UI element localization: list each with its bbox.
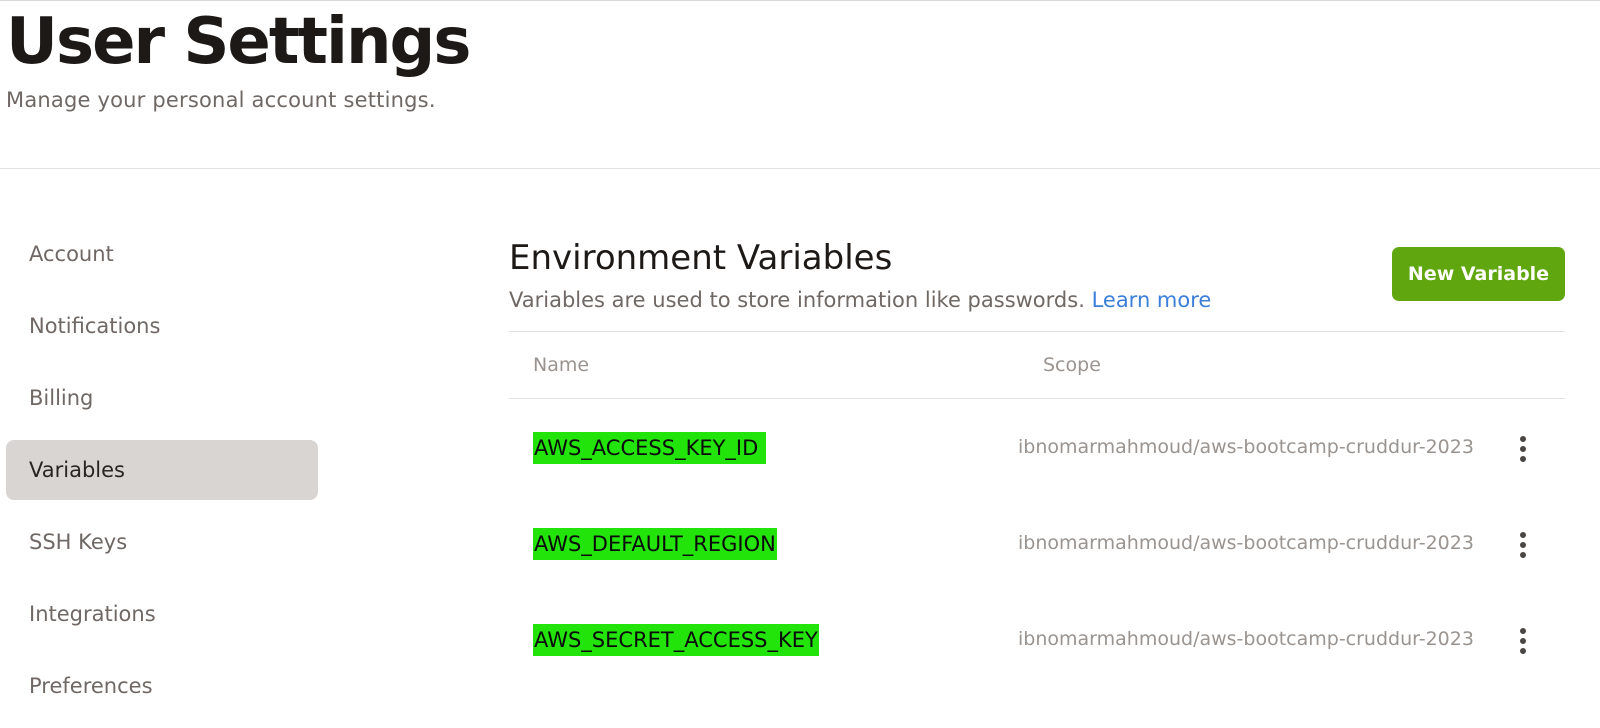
page-subtitle: Manage your personal account settings.: [6, 88, 436, 112]
table-row: AWS_DEFAULT_REGION ibnomarmahmoud/aws-bo…: [509, 495, 1565, 591]
sidebar-item-billing[interactable]: Billing: [6, 368, 318, 428]
sidebar-item-integrations[interactable]: Integrations: [6, 584, 318, 644]
page-header: User Settings Manage your personal accou…: [6, 5, 471, 112]
variable-scope: ibnomarmahmoud/aws-bootcamp-cruddur-2023: [1018, 532, 1474, 554]
column-header-scope: Scope: [1043, 354, 1101, 376]
more-vertical-icon[interactable]: [1511, 429, 1535, 469]
settings-sidebar: Account Notifications Billing Variables …: [6, 224, 318, 728]
variable-name: AWS_ACCESS_KEY_ID: [533, 432, 766, 464]
more-vertical-icon[interactable]: [1511, 621, 1535, 661]
table-header: Name Scope: [509, 331, 1565, 399]
variables-section: Environment Variables Variables are used…: [509, 236, 1565, 656]
variable-scope: ibnomarmahmoud/aws-bootcamp-cruddur-2023: [1018, 436, 1474, 458]
header-divider: [0, 168, 1600, 169]
more-vertical-icon[interactable]: [1511, 525, 1535, 565]
variable-name: AWS_DEFAULT_REGION: [533, 528, 777, 560]
top-border: [0, 0, 1600, 1]
table-row: AWS_ACCESS_KEY_ID ibnomarmahmoud/aws-boo…: [509, 399, 1565, 495]
sidebar-item-preferences[interactable]: Preferences: [6, 656, 318, 716]
sidebar-item-variables[interactable]: Variables: [6, 440, 318, 500]
page-title: User Settings: [6, 5, 471, 79]
description-text: Variables are used to store information …: [509, 288, 1085, 312]
sidebar-item-notifications[interactable]: Notifications: [6, 296, 318, 356]
table-row: AWS_SECRET_ACCESS_KEY ibnomarmahmoud/aws…: [509, 591, 1565, 687]
sidebar-item-account[interactable]: Account: [6, 224, 318, 284]
learn-more-link[interactable]: Learn more: [1092, 288, 1212, 312]
variable-scope: ibnomarmahmoud/aws-bootcamp-cruddur-2023: [1018, 628, 1474, 650]
sidebar-item-ssh-keys[interactable]: SSH Keys: [6, 512, 318, 572]
new-variable-button[interactable]: New Variable: [1392, 247, 1565, 301]
column-header-name: Name: [533, 354, 590, 376]
variables-table: Name Scope AWS_ACCESS_KEY_ID ibnomarmahm…: [509, 331, 1565, 687]
variable-name: AWS_SECRET_ACCESS_KEY: [533, 624, 819, 656]
